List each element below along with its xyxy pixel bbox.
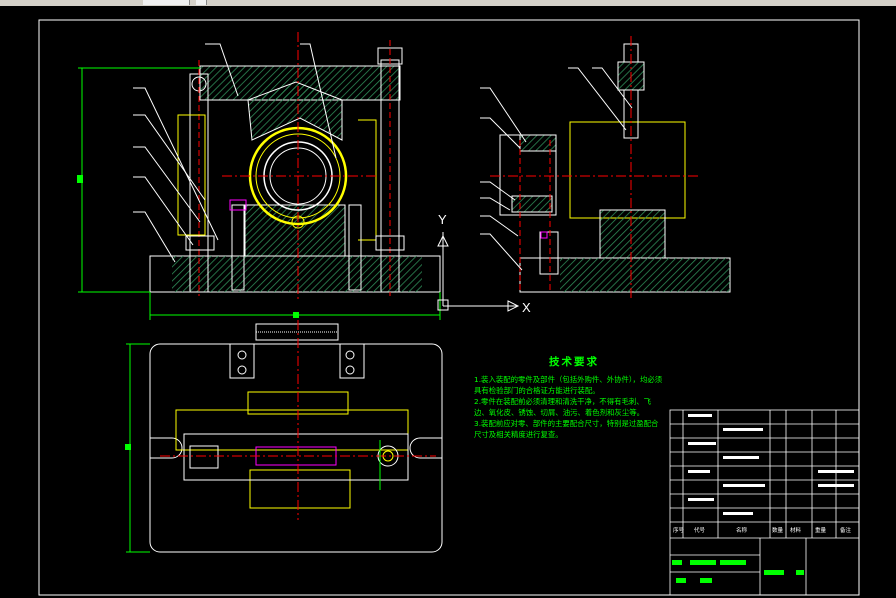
top-view	[125, 320, 443, 553]
header-cell: 名称	[736, 528, 748, 534]
axis-y-label: Y	[438, 212, 447, 227]
ucs-icon	[437, 232, 520, 312]
menu-tab[interactable]	[143, 0, 190, 5]
header-cell: 重量	[815, 528, 827, 534]
technical-requirements: 技术要求 1.装入装配的零件及部件（包括外购件、外协件），均必须具有检验部门的合…	[474, 357, 664, 440]
front-view	[77, 32, 441, 320]
requirement-item: 1.装入装配的零件及部件（包括外购件、外协件），均必须具有检验部门的合格证方能进…	[474, 375, 663, 395]
requirement-item: 2.零件在装配前必须清理和清洗干净，不得有毛刺、飞边、氧化皮、锈蚀、切屑、油污、…	[474, 397, 652, 417]
title-block-header: 序号 代号 名称 数量 材料 重量 备注	[670, 526, 859, 536]
header-cell: 序号	[673, 528, 685, 534]
header-cell: 备注	[840, 528, 852, 534]
side-view	[480, 36, 731, 300]
title-block-fills	[688, 414, 854, 515]
header-cell: 代号	[694, 528, 706, 534]
header-cell: 材料	[790, 528, 802, 534]
title-block-green	[672, 560, 804, 583]
axis-x-label: X	[522, 300, 531, 315]
menu-tab[interactable]	[196, 0, 207, 5]
requirement-item: 3.装配前应对零、部件的主要配合尺寸，特别是过盈配合尺寸及相关精度进行复查。	[474, 419, 659, 439]
technical-requirements-title: 技术要求	[549, 356, 599, 368]
header-cell: 数量	[772, 528, 784, 534]
title-block	[669, 409, 860, 596]
cad-drawing: Y X	[38, 19, 860, 596]
sheet-border	[38, 19, 860, 596]
